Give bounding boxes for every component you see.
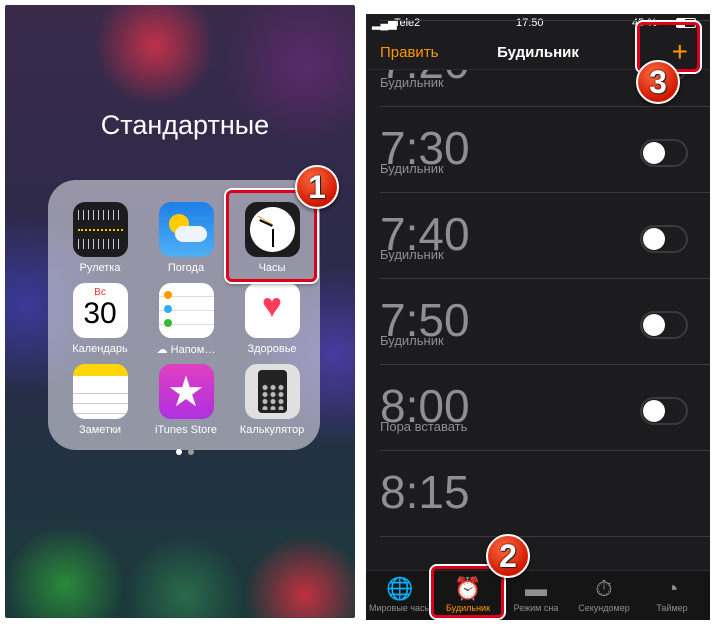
alarm-label: Пора вставать	[380, 419, 468, 434]
alarm-label: Будильник	[380, 161, 444, 176]
app-calculator[interactable]: Калькулятор	[229, 364, 315, 436]
app-health[interactable]: ♥ Здоровье	[229, 283, 315, 355]
alarm-label: Будильник	[380, 333, 444, 348]
itunes-star-icon: ★	[158, 364, 214, 419]
tab-label: Секундомер	[578, 603, 630, 613]
folder-title: Стандартные	[100, 110, 270, 140]
calendar-icon: Вс 30	[72, 283, 128, 338]
tab-label: Таймер	[656, 603, 688, 613]
timer-icon: ◔	[665, 576, 679, 601]
app-label: Календарь	[72, 343, 128, 355]
tab-globe[interactable]: 🌐 Мировые часы	[366, 575, 435, 613]
tab-bar: 🌐 Мировые часы ⏰ Будильник ▬ Режим сна ⏱ Секунд…	[366, 570, 710, 620]
step-badge-1: 1	[295, 165, 339, 209]
notes-icon	[72, 364, 128, 419]
app-label: Погода	[167, 262, 205, 274]
app-label: Рулетка	[79, 262, 121, 274]
app-notes[interactable]: Заметки	[57, 364, 143, 436]
alarm-toggle[interactable]	[640, 397, 688, 425]
tab-bed[interactable]: ▬ Режим сна	[501, 575, 571, 613]
alarm-row[interactable]: 8:00 Пора вставать	[380, 365, 710, 451]
bed-icon: ▬	[525, 576, 547, 601]
alarm-label: Будильник	[380, 75, 444, 90]
tab-stopwatch[interactable]: ⏱ Секундомер	[569, 575, 639, 613]
app-calendar[interactable]: Вс 30 Календарь	[57, 283, 143, 355]
weather-icon	[158, 202, 214, 257]
alarm-row[interactable]: 7:40 Будильник	[380, 193, 710, 279]
app-label: Калькулятор	[239, 424, 305, 436]
app-itunes-store[interactable]: ★ iTunes Store	[143, 364, 229, 436]
step-badge-2: 2	[486, 534, 530, 578]
page-indicator	[173, 442, 197, 460]
app-label: iTunes Store	[155, 424, 217, 436]
app-label: Здоровье	[247, 343, 297, 355]
app-label: Заметки	[78, 424, 122, 436]
stopwatch-icon: ⏱	[595, 576, 613, 601]
reminders-icon	[158, 283, 214, 338]
tab-label: Мировые часы	[369, 603, 431, 613]
health-icon: ♥	[244, 283, 300, 338]
calculator-icon	[244, 364, 300, 419]
app-label: ☁ Напом…	[156, 344, 216, 356]
highlight-alarm-tab	[431, 566, 504, 618]
app-weather[interactable]: Погода	[143, 202, 229, 274]
home-screen: Стандартные Рулетка Погода Часы Вс 30 Ка…	[5, 5, 355, 618]
alarm-row[interactable]: 7:10Будильник	[380, 14, 710, 21]
alarm-row[interactable]: 8:15	[380, 451, 710, 537]
alarm-row[interactable]: 7:30 Будильник	[380, 107, 710, 193]
step-badge-3: 3	[636, 60, 680, 104]
alarm-label: Будильник	[380, 247, 444, 262]
alarm-toggle[interactable]	[640, 225, 688, 253]
ruler-icon	[72, 202, 128, 257]
clock-app: ▂▄▆ Tele2 17:50 45 % Править Будильник +…	[366, 14, 710, 620]
alarm-time: 8:15	[380, 466, 470, 518]
globe-icon: 🌐	[386, 576, 414, 601]
tab-timer[interactable]: ◔ Таймер	[637, 575, 707, 613]
tab-label: Режим сна	[513, 603, 559, 613]
alarm-toggle[interactable]	[640, 311, 688, 339]
app-ruler[interactable]: Рулетка	[57, 202, 143, 274]
alarm-toggle[interactable]	[640, 139, 688, 167]
alarm-row[interactable]: 7:50 Будильник	[380, 279, 710, 365]
app-reminders[interactable]: ☁ Напом…	[143, 283, 229, 356]
